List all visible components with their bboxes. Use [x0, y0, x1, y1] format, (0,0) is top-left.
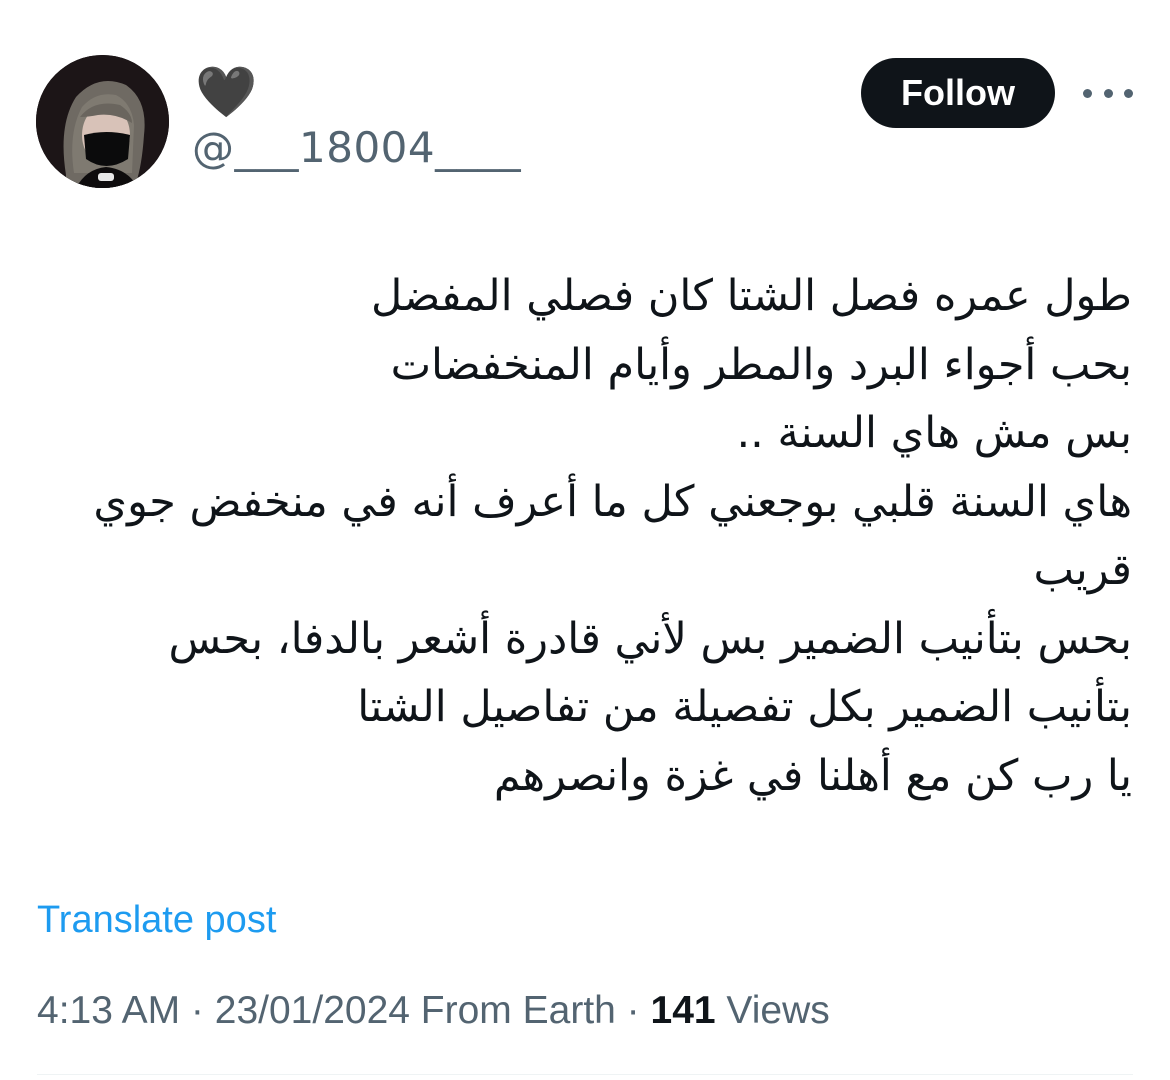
- tweet-text: طول عمره فصل الشتا كان فصلي المفضل بحب أ…: [32, 262, 1132, 810]
- divider: [37, 1074, 1133, 1075]
- tweet-line: بحب أجواء البرد والمطر وأيام المنخفضات: [390, 339, 1132, 390]
- follow-button[interactable]: Follow: [861, 58, 1055, 128]
- post-date[interactable]: 23/01/2024: [215, 989, 410, 1032]
- avatar[interactable]: [36, 55, 169, 188]
- tweet-line: يا رب كن مع أهلنا في غزة وانصرهم: [493, 750, 1132, 801]
- tweet-line: بس مش هاي السنة ..: [736, 408, 1132, 458]
- display-name[interactable]: 🖤: [195, 62, 257, 122]
- avatar-image: [36, 55, 169, 188]
- more-dot: [1083, 88, 1092, 98]
- post-meta: 4:13 AM · 23/01/2024 From Earth · 141 Vi…: [37, 987, 830, 1035]
- translate-post-link[interactable]: Translate post: [37, 897, 276, 943]
- post-time[interactable]: 4:13 AM: [37, 989, 180, 1032]
- tweet-line: بتأنيب الضمير بكل تفصيلة من تفاصيل الشتا: [357, 682, 1132, 732]
- views-count[interactable]: 141: [651, 989, 716, 1032]
- tweet-line: بحس بتأنيب الضمير بس لأني قادرة أشعر بال…: [168, 613, 1133, 664]
- post-source: From Earth: [409, 989, 616, 1032]
- views-label: Views: [715, 989, 830, 1032]
- tweet-line: هاي السنة قلبي بوجعني كل ما أعرف أنه في …: [93, 476, 1132, 527]
- tweet-line: قريب: [1033, 545, 1132, 595]
- tweet-line: طول عمره فصل الشتا كان فصلي المفضل: [371, 271, 1132, 321]
- more-dot: [1124, 88, 1133, 98]
- more-horizontal-icon[interactable]: [1083, 80, 1133, 106]
- meta-separator: ·: [615, 989, 651, 1032]
- user-handle[interactable]: @___18004____: [192, 122, 521, 174]
- more-dot: [1103, 88, 1113, 98]
- meta-separator: ·: [180, 989, 215, 1032]
